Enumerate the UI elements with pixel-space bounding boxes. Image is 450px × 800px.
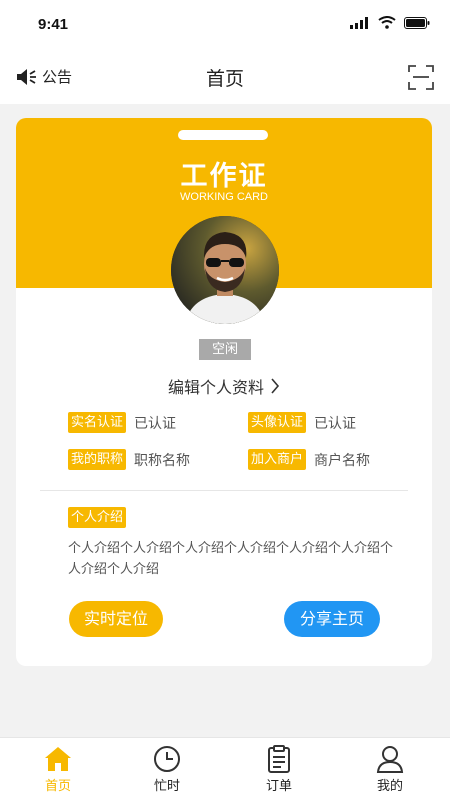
avatar-photo xyxy=(171,216,279,324)
tab-home[interactable]: 首页 xyxy=(23,744,93,794)
real-name-value: 已认证 xyxy=(134,415,177,432)
avatar-verify-value: 已认证 xyxy=(314,415,357,432)
status-time: 9:41 xyxy=(38,16,69,33)
clock-icon xyxy=(154,746,180,772)
card-handle xyxy=(178,130,268,140)
avatar-verify-row: 头像认证 已认证 xyxy=(248,412,356,433)
tab-busy-label: 忙时 xyxy=(153,779,180,794)
tab-home-label: 首页 xyxy=(44,779,71,794)
chevron-right-icon xyxy=(271,378,280,394)
signal-icon xyxy=(350,16,368,29)
intro-text: 个人介绍个人介绍个人介绍个人介绍个人介绍个人介绍个人介绍个人介绍 xyxy=(68,541,394,577)
clipboard-icon xyxy=(268,745,290,773)
card-title: 工作证 xyxy=(180,161,268,192)
join-merchant-tag: 加入商户 xyxy=(248,449,307,470)
real-name-tag: 实名认证 xyxy=(68,412,127,433)
status-bar: 9:41 xyxy=(0,0,450,52)
real-name-row: 实名认证 已认证 xyxy=(68,412,176,433)
realtime-location-button[interactable]: 实时定位 xyxy=(69,601,163,637)
tab-bar: 首页 忙时 订单 我的 xyxy=(0,737,450,800)
scan-icon[interactable] xyxy=(408,64,434,90)
home-icon xyxy=(45,747,71,771)
tab-mine[interactable]: 我的 xyxy=(355,744,425,794)
nav-bar: 公告 首页 xyxy=(0,52,450,104)
share-homepage-button[interactable]: 分享主页 xyxy=(284,601,380,637)
avatar[interactable] xyxy=(171,216,279,324)
tab-orders-label: 订单 xyxy=(265,779,292,794)
job-title-tag: 我的职称 xyxy=(68,449,127,470)
merchant-name-value: 商户名称 xyxy=(314,452,371,469)
status-badge: 空闲 xyxy=(199,339,251,360)
status-icons xyxy=(350,16,430,29)
title-row: 我的职称 职称名称 xyxy=(68,449,190,470)
battery-icon xyxy=(404,16,430,29)
edit-profile-link[interactable]: 编辑个人资料 xyxy=(16,374,432,398)
work-card: 工作证 WORKING CARD 空闲 编辑个人资料 实名认证 已认证 头像认证… xyxy=(16,118,432,666)
edit-profile-label: 编辑个人资料 xyxy=(167,378,264,397)
avatar-verify-tag: 头像认证 xyxy=(248,412,307,433)
tab-mine-label: 我的 xyxy=(376,779,403,794)
merchant-row[interactable]: 加入商户 商户名称 xyxy=(248,449,370,470)
tab-orders[interactable]: 订单 xyxy=(244,744,314,794)
job-title-value: 职称名称 xyxy=(134,452,191,469)
divider xyxy=(40,490,408,491)
tab-busy[interactable]: 忙时 xyxy=(132,744,202,794)
user-icon xyxy=(376,746,404,773)
wifi-icon xyxy=(378,16,396,29)
card-subtitle: WORKING CARD xyxy=(180,191,268,203)
intro-tag: 个人介绍 xyxy=(68,507,127,528)
page-title: 首页 xyxy=(205,68,244,90)
